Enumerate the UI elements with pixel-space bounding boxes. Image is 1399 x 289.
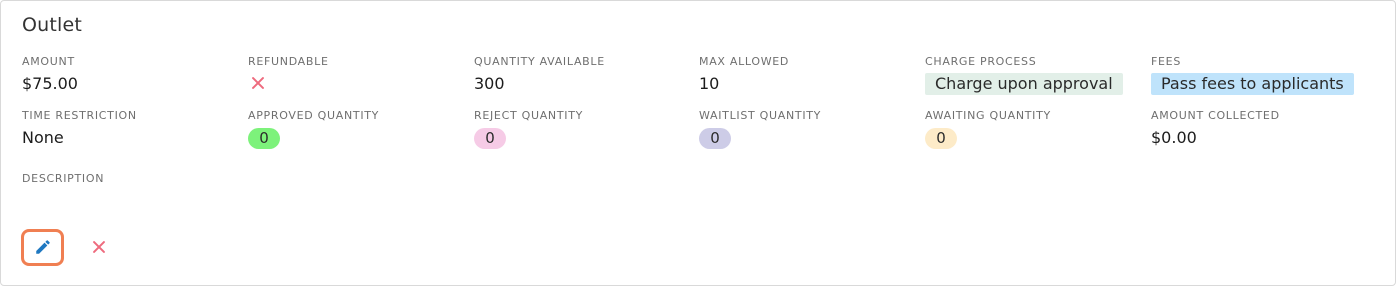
awaiting-quantity-label: AWAITING QUANTITY (925, 109, 1051, 122)
field-waitlist-quantity: WAITLIST QUANTITY 0 (699, 109, 919, 149)
field-amount-collected: AMOUNT COLLECTED $0.00 (1151, 109, 1371, 149)
pencil-icon (35, 240, 50, 254)
fees-label: FEES (1151, 55, 1182, 68)
approved-quantity-value: 0 (248, 127, 468, 149)
field-fees: FEES Pass fees to applicants (1151, 55, 1371, 95)
waitlist-quantity-value: 0 (699, 127, 919, 149)
amount-collected-value: $0.00 (1151, 128, 1197, 147)
charge-process-value: Charge upon approval (925, 73, 1145, 95)
card-title: Outlet (22, 14, 83, 36)
field-amount: AMOUNT $75.00 (22, 55, 242, 95)
refundable-label: REFUNDABLE (248, 55, 329, 68)
field-reject-quantity: REJECT QUANTITY 0 (474, 109, 694, 149)
reject-quantity-badge: 0 (474, 127, 506, 149)
max-allowed-label: MAX ALLOWED (699, 55, 790, 68)
close-icon (251, 76, 265, 90)
time-restriction-value: None (22, 128, 64, 147)
outlet-card: Outlet AMOUNT $75.00 REFUNDABLE QUANTITY… (0, 0, 1396, 286)
field-awaiting-quantity: AWAITING QUANTITY 0 (925, 109, 1145, 149)
charge-process-badge: Charge upon approval (925, 73, 1123, 95)
charge-process-label: CHARGE PROCESS (925, 55, 1037, 68)
fees-badge: Pass fees to applicants (1151, 73, 1354, 95)
reject-quantity-value: 0 (474, 127, 694, 149)
amount-collected-label: AMOUNT COLLECTED (1151, 109, 1280, 122)
awaiting-quantity-badge: 0 (925, 127, 957, 149)
field-charge-process: CHARGE PROCESS Charge upon approval (925, 55, 1145, 95)
field-quantity-available: QUANTITY AVAILABLE 300 (474, 55, 694, 95)
description-label: DESCRIPTION (22, 172, 105, 185)
amount-label: AMOUNT (22, 55, 75, 68)
field-max-allowed: MAX ALLOWED 10 (699, 55, 919, 95)
amount-value: $75.00 (22, 74, 78, 93)
refundable-value (248, 73, 468, 95)
description-value (22, 190, 242, 212)
fees-value: Pass fees to applicants (1151, 73, 1371, 95)
edit-button[interactable] (21, 228, 64, 266)
reject-quantity-label: REJECT QUANTITY (474, 109, 584, 122)
approved-quantity-badge: 0 (248, 127, 280, 149)
waitlist-quantity-badge: 0 (699, 127, 731, 149)
field-refundable: REFUNDABLE (248, 55, 468, 95)
field-time-restriction: TIME RESTRICTION None (22, 109, 242, 149)
max-allowed-value: 10 (699, 74, 720, 93)
quantity-available-label: QUANTITY AVAILABLE (474, 55, 605, 68)
waitlist-quantity-label: WAITLIST QUANTITY (699, 109, 822, 122)
field-approved-quantity: APPROVED QUANTITY 0 (248, 109, 468, 149)
awaiting-quantity-value: 0 (925, 127, 1145, 149)
approved-quantity-label: APPROVED QUANTITY (248, 109, 380, 122)
delete-button[interactable] (88, 236, 110, 258)
quantity-available-value: 300 (474, 74, 505, 93)
time-restriction-label: TIME RESTRICTION (22, 109, 137, 122)
card-actions (21, 227, 110, 267)
close-icon (92, 240, 106, 254)
field-description: DESCRIPTION (22, 172, 242, 212)
